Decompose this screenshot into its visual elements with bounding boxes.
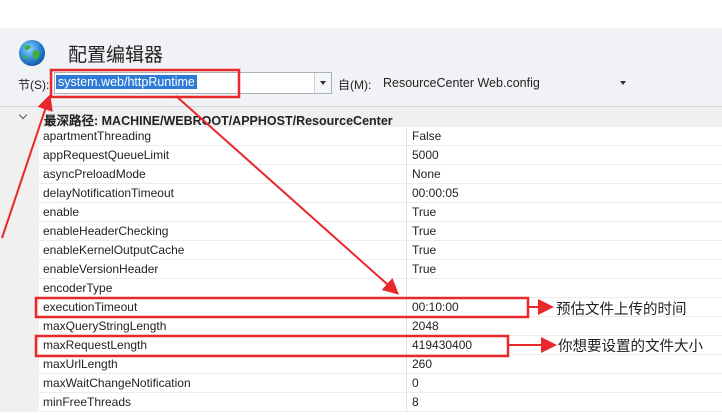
- execution-timeout-note: 预估文件上传的时间: [556, 302, 687, 318]
- execution-timeout-highlight-box: [34, 296, 530, 319]
- arrow-to-execution-timeout: [175, 95, 399, 295]
- max-request-length-highlight-box: [34, 334, 510, 358]
- max-request-length-note: 你想要设置的文件大小: [558, 339, 703, 355]
- section-highlight-box: [49, 68, 241, 99]
- arrow-from-left-edge: [1, 94, 53, 239]
